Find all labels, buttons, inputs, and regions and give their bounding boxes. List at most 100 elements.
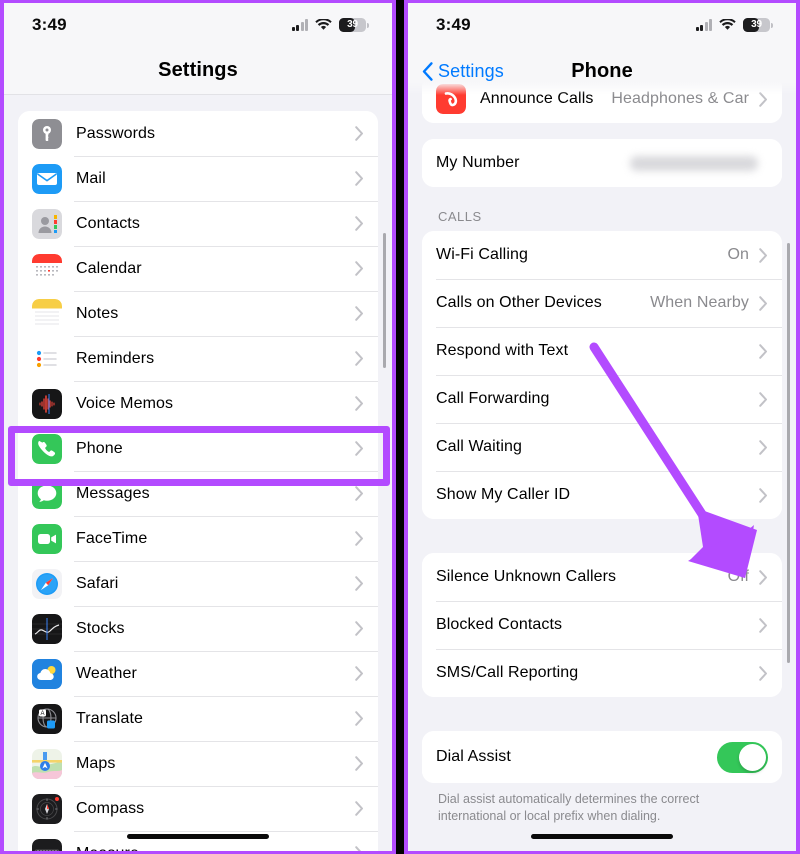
settings-list-scroll[interactable]: Passwords Mail Contacts Calendar Notes Remind…: [4, 95, 392, 851]
settings-row-passwords[interactable]: Passwords: [18, 111, 378, 156]
page-title: Settings: [158, 59, 238, 81]
phone-settings-scroll[interactable]: Announce Calls Headphones & Car My Numbe…: [408, 3, 796, 851]
battery-percent: 39: [751, 19, 762, 30]
row-label: Maps: [76, 754, 116, 772]
row-label: Calls on Other Devices: [436, 294, 602, 311]
translate-app-icon: A: [32, 703, 62, 734]
settings-row-voice-memos[interactable]: Voice Memos: [18, 381, 378, 426]
weather-app-icon: [32, 658, 62, 689]
row-label: Show My Caller ID: [436, 486, 571, 503]
cellular-signal-icon: [291, 19, 308, 31]
battery-icon: 39: [743, 18, 773, 32]
row-blocked-contacts[interactable]: Blocked Contacts: [422, 601, 782, 649]
row-label: Voice Memos: [76, 394, 174, 412]
row-label: Messages: [76, 484, 150, 502]
chevron-right-icon: [355, 306, 364, 321]
contacts-app-icon: [32, 208, 62, 239]
row-label: Phone: [76, 439, 123, 457]
row-label: Respond with Text: [436, 342, 569, 359]
settings-row-mail[interactable]: Mail: [18, 156, 378, 201]
back-button[interactable]: Settings: [422, 61, 504, 82]
right-scrollbar[interactable]: [786, 243, 790, 663]
phone-settings-screen: Announce Calls Headphones & Car My Numbe…: [408, 3, 796, 851]
chevron-right-icon: [759, 295, 768, 311]
settings-row-messages[interactable]: Messages: [18, 471, 378, 516]
chevron-right-icon: [355, 666, 364, 681]
chevron-right-icon: [759, 569, 768, 585]
chevron-right-icon: [355, 396, 364, 411]
calls-section-header: CALLS: [438, 209, 482, 224]
left-scrollbar[interactable]: [382, 233, 386, 368]
cellular-signal-icon: [695, 19, 712, 31]
facetime-app-icon: [32, 523, 62, 554]
row-value: On: [727, 246, 749, 263]
my-number-group: My Number: [422, 139, 782, 187]
settings-row-contacts[interactable]: Contacts: [18, 201, 378, 246]
home-indicator-left: [127, 833, 269, 839]
svg-text:A: A: [40, 711, 44, 717]
row-silence-unknown-callers[interactable]: Silence Unknown Callers Off: [422, 553, 782, 601]
row-value: When Nearby: [650, 294, 749, 311]
settings-row-maps[interactable]: Maps: [18, 741, 378, 786]
row-label: Weather: [76, 664, 137, 682]
settings-row-reminders[interactable]: Reminders: [18, 336, 378, 381]
settings-row-weather[interactable]: Weather: [18, 651, 378, 696]
settings-row-translate[interactable]: A Translate: [18, 696, 378, 741]
chevron-right-icon: [355, 441, 364, 456]
chevron-right-icon: [759, 665, 768, 681]
maps-app-icon: [32, 748, 62, 779]
mail-app-icon: [32, 163, 62, 194]
chevron-right-icon: [355, 621, 364, 636]
row-my-number[interactable]: My Number: [422, 139, 782, 187]
settings-row-facetime[interactable]: FaceTime: [18, 516, 378, 561]
right-phone-panel: Announce Calls Headphones & Car My Numbe…: [404, 0, 800, 854]
messages-app-icon: [32, 478, 62, 509]
safari-app-icon: [32, 568, 62, 599]
notes-app-icon: [32, 298, 62, 329]
row-show-my-caller-id[interactable]: Show My Caller ID: [422, 471, 782, 519]
dial-assist-toggle[interactable]: [717, 741, 768, 773]
row-label: Stocks: [76, 619, 125, 637]
row-label: Translate: [76, 709, 144, 727]
status-indicators: 39: [695, 18, 773, 32]
row-respond-with-text[interactable]: Respond with Text: [422, 327, 782, 375]
row-label: Dial Assist: [436, 748, 511, 765]
voice-memos-app-icon: [32, 388, 62, 419]
wifi-icon: [719, 19, 736, 31]
row-label: Contacts: [76, 214, 140, 232]
row-label: SMS/Call Reporting: [436, 664, 579, 681]
settings-row-safari[interactable]: Safari: [18, 561, 378, 606]
chevron-right-icon: [355, 801, 364, 816]
row-label: Wi-Fi Calling: [436, 246, 528, 263]
row-label: Call Waiting: [436, 438, 522, 455]
row-calls-on-other-devices[interactable]: Calls on Other Devices When Nearby: [422, 279, 782, 327]
row-label: Silence Unknown Callers: [436, 568, 617, 585]
passwords-app-icon: [32, 118, 62, 149]
settings-row-phone[interactable]: Phone: [18, 426, 378, 471]
back-button-label: Settings: [438, 60, 504, 81]
settings-row-stocks[interactable]: Stocks: [18, 606, 378, 651]
screenshot-stage: 3:49 39 Settings Passwords Mail Contacts…: [0, 0, 800, 854]
settings-row-notes[interactable]: Notes: [18, 291, 378, 336]
chevron-right-icon: [355, 486, 364, 501]
stocks-app-icon: [32, 613, 62, 644]
chevron-right-icon: [355, 756, 364, 771]
left-phone-panel: 3:49 39 Settings Passwords Mail Contacts…: [0, 0, 396, 854]
reminders-app-icon: [32, 343, 62, 374]
row-wi-fi-calling[interactable]: Wi-Fi Calling On: [422, 231, 782, 279]
chevron-right-icon: [355, 351, 364, 366]
row-call-forwarding[interactable]: Call Forwarding: [422, 375, 782, 423]
settings-row-compass[interactable]: Compass: [18, 786, 378, 831]
wifi-icon: [315, 19, 332, 31]
settings-row-calendar[interactable]: Calendar: [18, 246, 378, 291]
row-call-waiting[interactable]: Call Waiting: [422, 423, 782, 471]
row-sms-call-reporting[interactable]: SMS/Call Reporting: [422, 649, 782, 697]
row-label: My Number: [436, 154, 520, 171]
status-bar-left: 3:49 39: [4, 3, 392, 47]
calls-group: Wi-Fi Calling On Calls on Other Devices Whe…: [422, 231, 782, 519]
silence-group: Silence Unknown Callers Off Blocked Contac…: [422, 553, 782, 697]
battery-percent: 39: [347, 19, 358, 30]
battery-icon: 39: [339, 18, 369, 32]
status-bar-right: 3:49 39: [408, 3, 796, 47]
row-dial-assist[interactable]: Dial Assist: [422, 731, 782, 783]
